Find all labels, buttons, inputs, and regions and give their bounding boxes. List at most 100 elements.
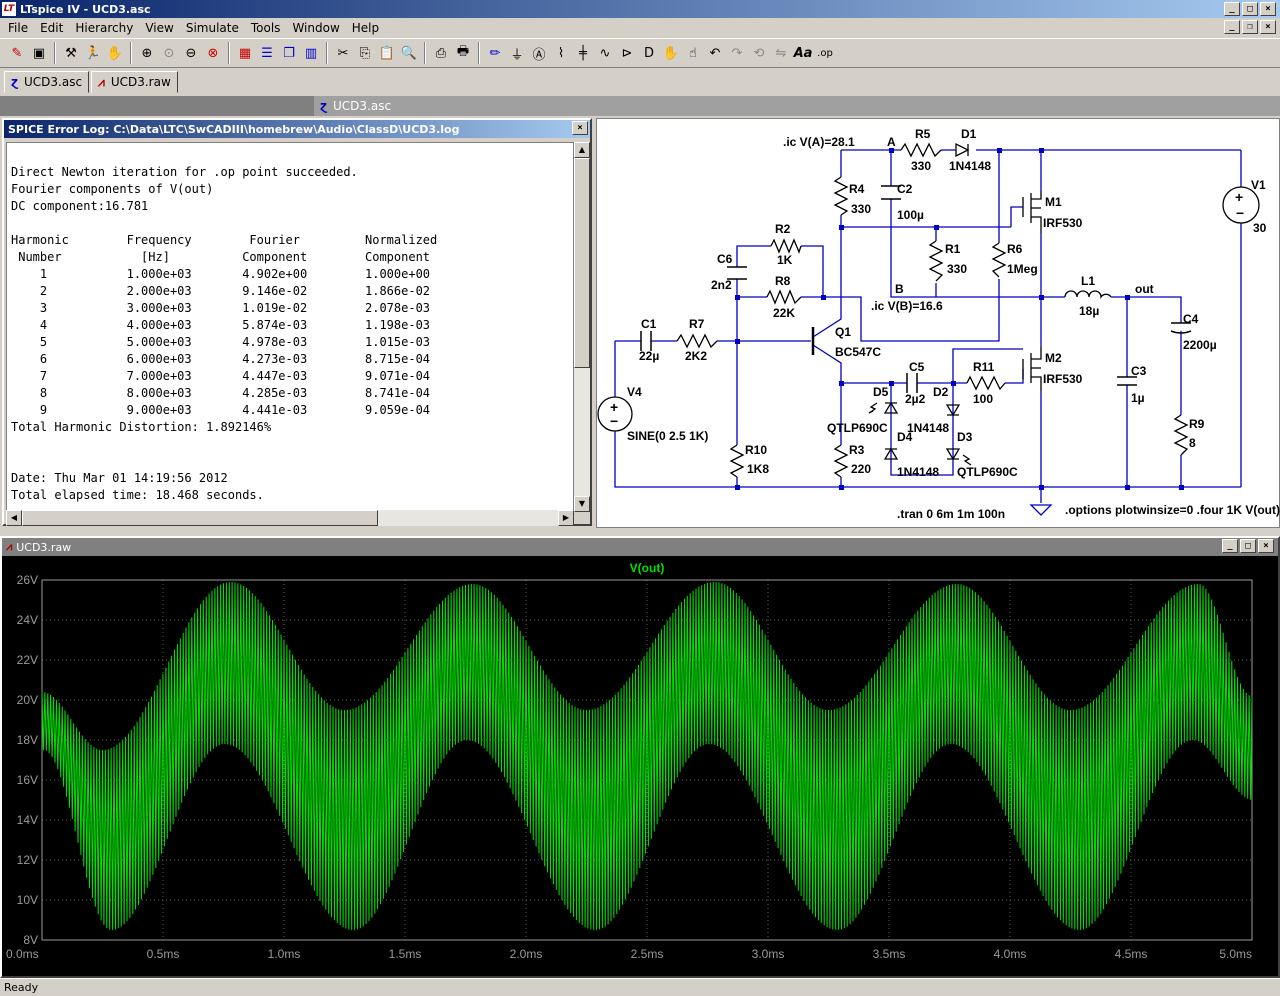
ic-a-directive[interactable]: .ic V(A)=28.1 [783,135,855,149]
resistor-icon[interactable]: ⌇ [550,42,572,64]
y-tick-label: 22V [17,653,38,667]
d4-name: D4 [897,430,913,444]
mdi-window-caption[interactable]: ɀ UCD3.asc [314,96,1280,116]
svg-text:−: − [1236,205,1244,221]
options-directive[interactable]: .options plotwinsize=0 .four 1K V(out) [1065,503,1280,517]
component-icon[interactable]: D [638,42,660,64]
r2-name: R2 [775,222,791,236]
inductor-l1 [1064,290,1112,300]
schematic-icon: ɀ [11,75,18,89]
scroll-right-icon[interactable]: ▶ [558,510,574,526]
mdi-restore-button[interactable]: ❐ [1242,20,1258,34]
minimize-button[interactable]: _ [1224,2,1240,16]
tile-horizontal-icon[interactable]: ☰ [256,42,278,64]
cut-icon[interactable]: ✂ [332,42,354,64]
error-log-horizontal-scrollbar[interactable]: ◀ ▶ [6,510,574,526]
waveform-window: ⩘ UCD3.raw _ □ × 0.0ms 0.5ms 1.0ms 1.5ms 2.0… [0,536,1280,978]
text-icon[interactable]: Aa [792,42,814,64]
c3-value: 1µ [1131,391,1145,405]
menu-view[interactable]: View [139,21,179,35]
c1-value: 22µ [639,349,659,363]
ground-icon[interactable]: ⏚ [506,42,528,64]
waveform-plot[interactable]: 0.0ms 0.5ms 1.0ms 1.5ms 2.0ms 2.5ms 3.0ms 3.5ms… [2,556,1278,976]
scroll-thumb[interactable] [22,510,378,526]
menu-hierarchy[interactable]: Hierarchy [69,21,139,35]
scroll-thumb[interactable] [574,158,590,368]
mosfets [1022,191,1042,391]
menu-file[interactable]: File [2,21,34,35]
tile-vertical-icon[interactable]: ▥ [300,42,322,64]
d5-name: D5 [873,385,889,399]
find-icon[interactable]: 🔍 [398,42,420,64]
zoom-cancel-icon[interactable]: ⊗ [202,42,224,64]
schematic-canvas[interactable]: + − + − .ic V(A)=28.1 A R5 330 D1 1N4148… [596,118,1280,528]
waveform-icon: ⩘ [6,540,13,553]
zoom-in-icon[interactable]: ⊕ [136,42,158,64]
v4-name: V4 [627,385,642,399]
m1-name: M1 [1045,195,1062,209]
zoom-out-icon[interactable]: ⊖ [180,42,202,64]
toolbar-separator [478,42,480,64]
menu-edit[interactable]: Edit [34,21,69,35]
scroll-left-icon[interactable]: ◀ [6,510,22,526]
maximize-button[interactable]: □ [1242,2,1258,16]
halt-icon[interactable]: ✋ [104,42,126,64]
tran-directive[interactable]: .tran 0 6m 1m 100n [897,507,1005,521]
ic-b-directive[interactable]: .ic V(B)=16.6 [871,299,943,313]
error-log-text-area[interactable]: Direct Newton iteration for .op point su… [6,142,574,512]
menu-help[interactable]: Help [346,21,385,35]
inductor-icon[interactable]: ∿ [594,42,616,64]
r4-name: R4 [849,182,865,196]
redo-icon[interactable]: ↷ [726,42,748,64]
waveform-close-button[interactable]: × [1258,539,1274,553]
scroll-down-icon[interactable]: ▼ [574,496,590,512]
c5-value: 2µ2 [905,392,926,406]
run-icon[interactable]: 🏃 [82,42,104,64]
autorange-icon[interactable]: ▦ [234,42,256,64]
scroll-up-icon[interactable]: ▲ [574,142,590,158]
spice-directive-icon[interactable]: .op [814,42,836,64]
capacitor-icon[interactable]: ╪ [572,42,594,64]
error-log-close-button[interactable]: × [572,121,588,135]
close-button[interactable]: × [1260,2,1276,16]
waveform-maximize-button[interactable]: □ [1240,539,1256,553]
waveform-minimize-button[interactable]: _ [1222,539,1238,553]
trace-label: V(out) [630,561,665,575]
hammer-icon[interactable]: ⚒ [60,42,82,64]
mdi-minimize-button[interactable]: _ [1224,20,1240,34]
x-tick-label: 5.0ms [1219,947,1252,961]
y-tick-label: 12V [17,853,38,867]
mirror-icon[interactable]: ⇋ [770,42,792,64]
diode-icon[interactable]: ⊳ [616,42,638,64]
r9-name: R9 [1189,417,1205,431]
x-tick-label: 4.5ms [1115,947,1148,961]
tab-ucd3-raw[interactable]: ⩘ UCD3.raw [91,71,178,93]
drag-icon[interactable]: ☝ [682,42,704,64]
mdi-close-button[interactable]: × [1260,20,1276,34]
label-icon[interactable]: Ⓐ [528,42,550,64]
tab-ucd3-asc[interactable]: ɀ UCD3.asc [4,71,90,93]
r3-name: R3 [849,443,865,457]
print-setup-icon[interactable]: ⎙ [430,42,452,64]
undo-icon[interactable]: ↶ [704,42,726,64]
move-icon[interactable]: ✋ [660,42,682,64]
q1-value: BC547C [835,345,881,359]
print-icon[interactable]: 🖶 [452,42,474,64]
paste-icon[interactable]: 📋 [376,42,398,64]
cascade-icon[interactable]: ❐ [278,42,300,64]
r1-value: 330 [947,262,967,276]
new-schematic-icon[interactable]: ✎ [6,42,28,64]
copy-icon[interactable]: ⎘ [354,42,376,64]
draw-wire-icon[interactable]: ✏ [484,42,506,64]
menu-window[interactable]: Window [286,21,345,35]
menu-simulate[interactable]: Simulate [180,21,245,35]
v4-value: SINE(0 2.5 1K) [627,429,708,443]
save-icon[interactable]: ▣ [28,42,50,64]
tab-label: UCD3.asc [23,75,83,89]
menu-tools[interactable]: Tools [245,21,287,35]
rotate-icon[interactable]: ⟲ [748,42,770,64]
zoom-pan-icon[interactable]: ⊙ [158,42,180,64]
node-b-label: B [895,282,904,296]
error-log-vertical-scrollbar[interactable]: ▲ ▼ [574,142,590,512]
x-tick-label: 0.5ms [147,947,180,961]
